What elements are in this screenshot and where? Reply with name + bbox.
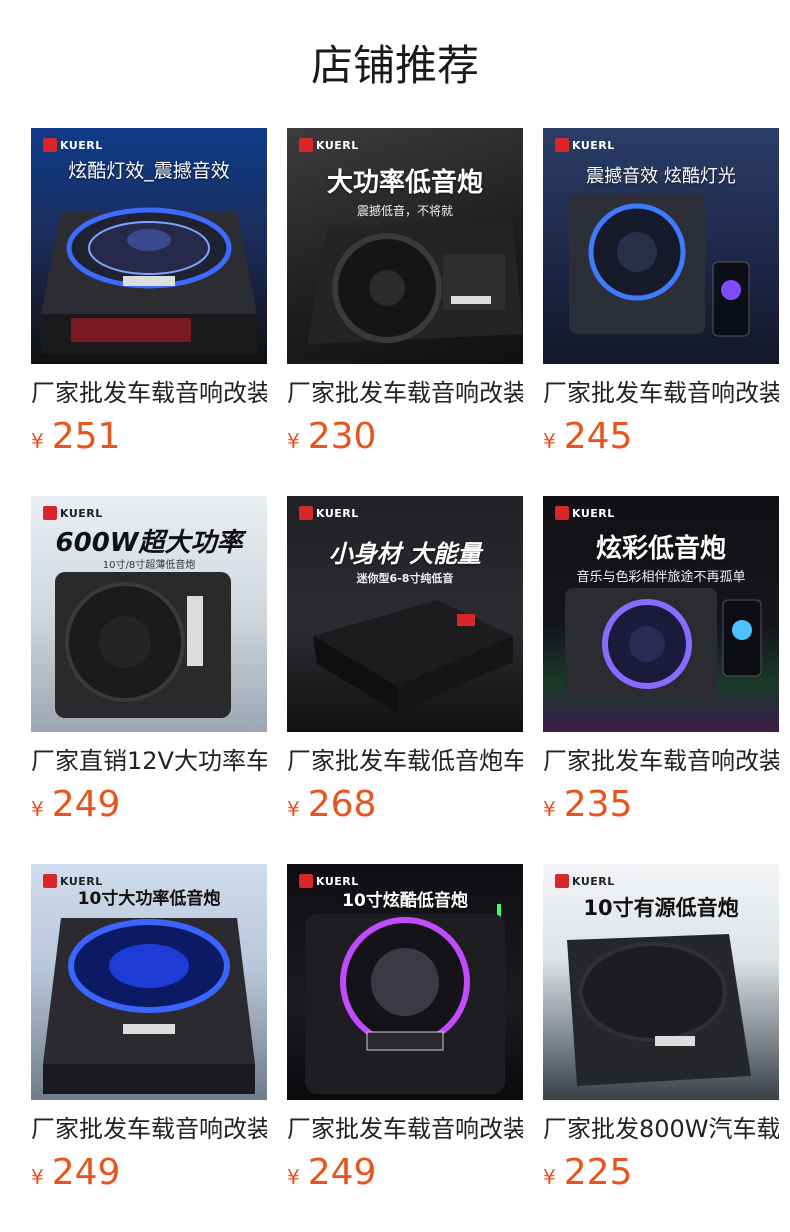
product-image[interactable]: KUERL 震撼音效 炫酷灯光 xyxy=(543,128,779,364)
product-card[interactable]: KUERL 10寸大功率低音炮 厂家批发车载音响改装 ¥249 xyxy=(31,864,267,1204)
subwoofer-illustration xyxy=(55,572,231,718)
price-value: 249 xyxy=(51,1152,121,1193)
product-card[interactable]: KUERL 小身材 大能量 迷你型6-8寸纯低音 厂家批发车载低音炮车 ¥268 xyxy=(287,496,523,836)
product-title[interactable]: 厂家批发车载音响改装 xyxy=(287,376,523,410)
currency-symbol: ¥ xyxy=(543,429,556,453)
product-image[interactable]: KUERL 10寸大功率低音炮 xyxy=(31,864,267,1100)
currency-symbol: ¥ xyxy=(543,1165,556,1189)
subwoofer-illustration xyxy=(41,207,257,354)
product-price: ¥230 xyxy=(287,416,376,460)
product-title[interactable]: 厂家批发800W汽车载 xyxy=(543,1112,779,1146)
subwoofer-illustration xyxy=(567,934,751,1086)
product-title[interactable]: 厂家批发车载音响改装 xyxy=(31,376,267,410)
product-card[interactable]: KUERL 600W超大功率 10寸/8寸超薄低音炮 厂家直销12V大功率车 ¥… xyxy=(31,496,267,836)
price-value: 245 xyxy=(563,416,633,457)
product-price: ¥249 xyxy=(287,1152,376,1196)
price-value: 235 xyxy=(563,784,633,825)
product-card[interactable]: KUERL 10寸炫酷低音炮 厂家批发车载音响改装 ¥249 xyxy=(287,864,523,1204)
price-value: 230 xyxy=(307,416,377,457)
price-value: 249 xyxy=(307,1152,377,1193)
currency-symbol: ¥ xyxy=(287,429,300,453)
price-value: 225 xyxy=(563,1152,633,1193)
product-title[interactable]: 厂家批发车载音响改装 xyxy=(543,376,779,410)
product-price: ¥245 xyxy=(543,416,632,460)
subwoofer-illustration xyxy=(305,904,505,1094)
price-value: 251 xyxy=(51,416,121,457)
product-price: ¥235 xyxy=(543,784,632,828)
product-title[interactable]: 厂家批发车载音响改装 xyxy=(543,744,779,778)
product-image[interactable]: KUERL 10寸炫酷低音炮 xyxy=(287,864,523,1100)
product-price: ¥249 xyxy=(31,784,120,828)
currency-symbol: ¥ xyxy=(31,797,44,821)
subwoofer-illustration xyxy=(569,194,750,337)
subwoofer-illustration xyxy=(43,918,255,1094)
product-price: ¥225 xyxy=(543,1152,632,1196)
product-image[interactable]: KUERL 炫彩低音炮 音乐与色彩相伴旅途不再孤单 xyxy=(543,496,779,732)
currency-symbol: ¥ xyxy=(543,797,556,821)
product-card[interactable]: KUERL 10寸有源低音炮 厂家批发800W汽车载 ¥225 xyxy=(543,864,779,1204)
product-card[interactable]: KUERL 大功率低音炮 震撼低音，不将就 厂家批发车载音响改装 ¥230 xyxy=(287,128,523,468)
subwoofer-illustration xyxy=(307,224,523,344)
product-price: ¥268 xyxy=(287,784,376,828)
subwoofer-illustration xyxy=(565,588,762,698)
currency-symbol: ¥ xyxy=(31,429,44,453)
product-image[interactable]: KUERL 炫酷灯效_震撼音效 xyxy=(31,128,267,364)
product-image[interactable]: KUERL 600W超大功率 10寸/8寸超薄低音炮 xyxy=(31,496,267,732)
currency-symbol: ¥ xyxy=(287,1165,300,1189)
product-title[interactable]: 厂家直销12V大功率车 xyxy=(31,744,267,778)
product-card[interactable]: KUERL 震撼音效 炫酷灯光 厂家批发车载音响改装 ¥245 xyxy=(543,128,779,468)
product-title[interactable]: 厂家批发车载音响改装 xyxy=(287,1112,523,1146)
product-image[interactable]: KUERL 10寸有源低音炮 xyxy=(543,864,779,1100)
currency-symbol: ¥ xyxy=(31,1165,44,1189)
product-title[interactable]: 厂家批发车载音响改装 xyxy=(31,1112,267,1146)
currency-symbol: ¥ xyxy=(287,797,300,821)
product-price: ¥251 xyxy=(31,416,120,460)
product-title[interactable]: 厂家批发车载低音炮车 xyxy=(287,744,523,778)
product-card[interactable]: KUERL 炫酷灯效_震撼音效 厂家批发车载音响改装 ¥251 xyxy=(31,128,267,468)
product-price: ¥249 xyxy=(31,1152,120,1196)
price-value: 268 xyxy=(307,784,377,825)
product-card[interactable]: KUERL 炫彩低音炮 音乐与色彩相伴旅途不再孤单 厂家批发车载音响改装 ¥23… xyxy=(543,496,779,836)
product-image[interactable]: KUERL 小身材 大能量 迷你型6-8寸纯低音 xyxy=(287,496,523,732)
subwoofer-illustration xyxy=(313,600,513,712)
page-title: 店铺推荐 xyxy=(310,41,479,90)
product-image[interactable]: KUERL 大功率低音炮 震撼低音，不将就 xyxy=(287,128,523,364)
price-value: 249 xyxy=(51,784,121,825)
